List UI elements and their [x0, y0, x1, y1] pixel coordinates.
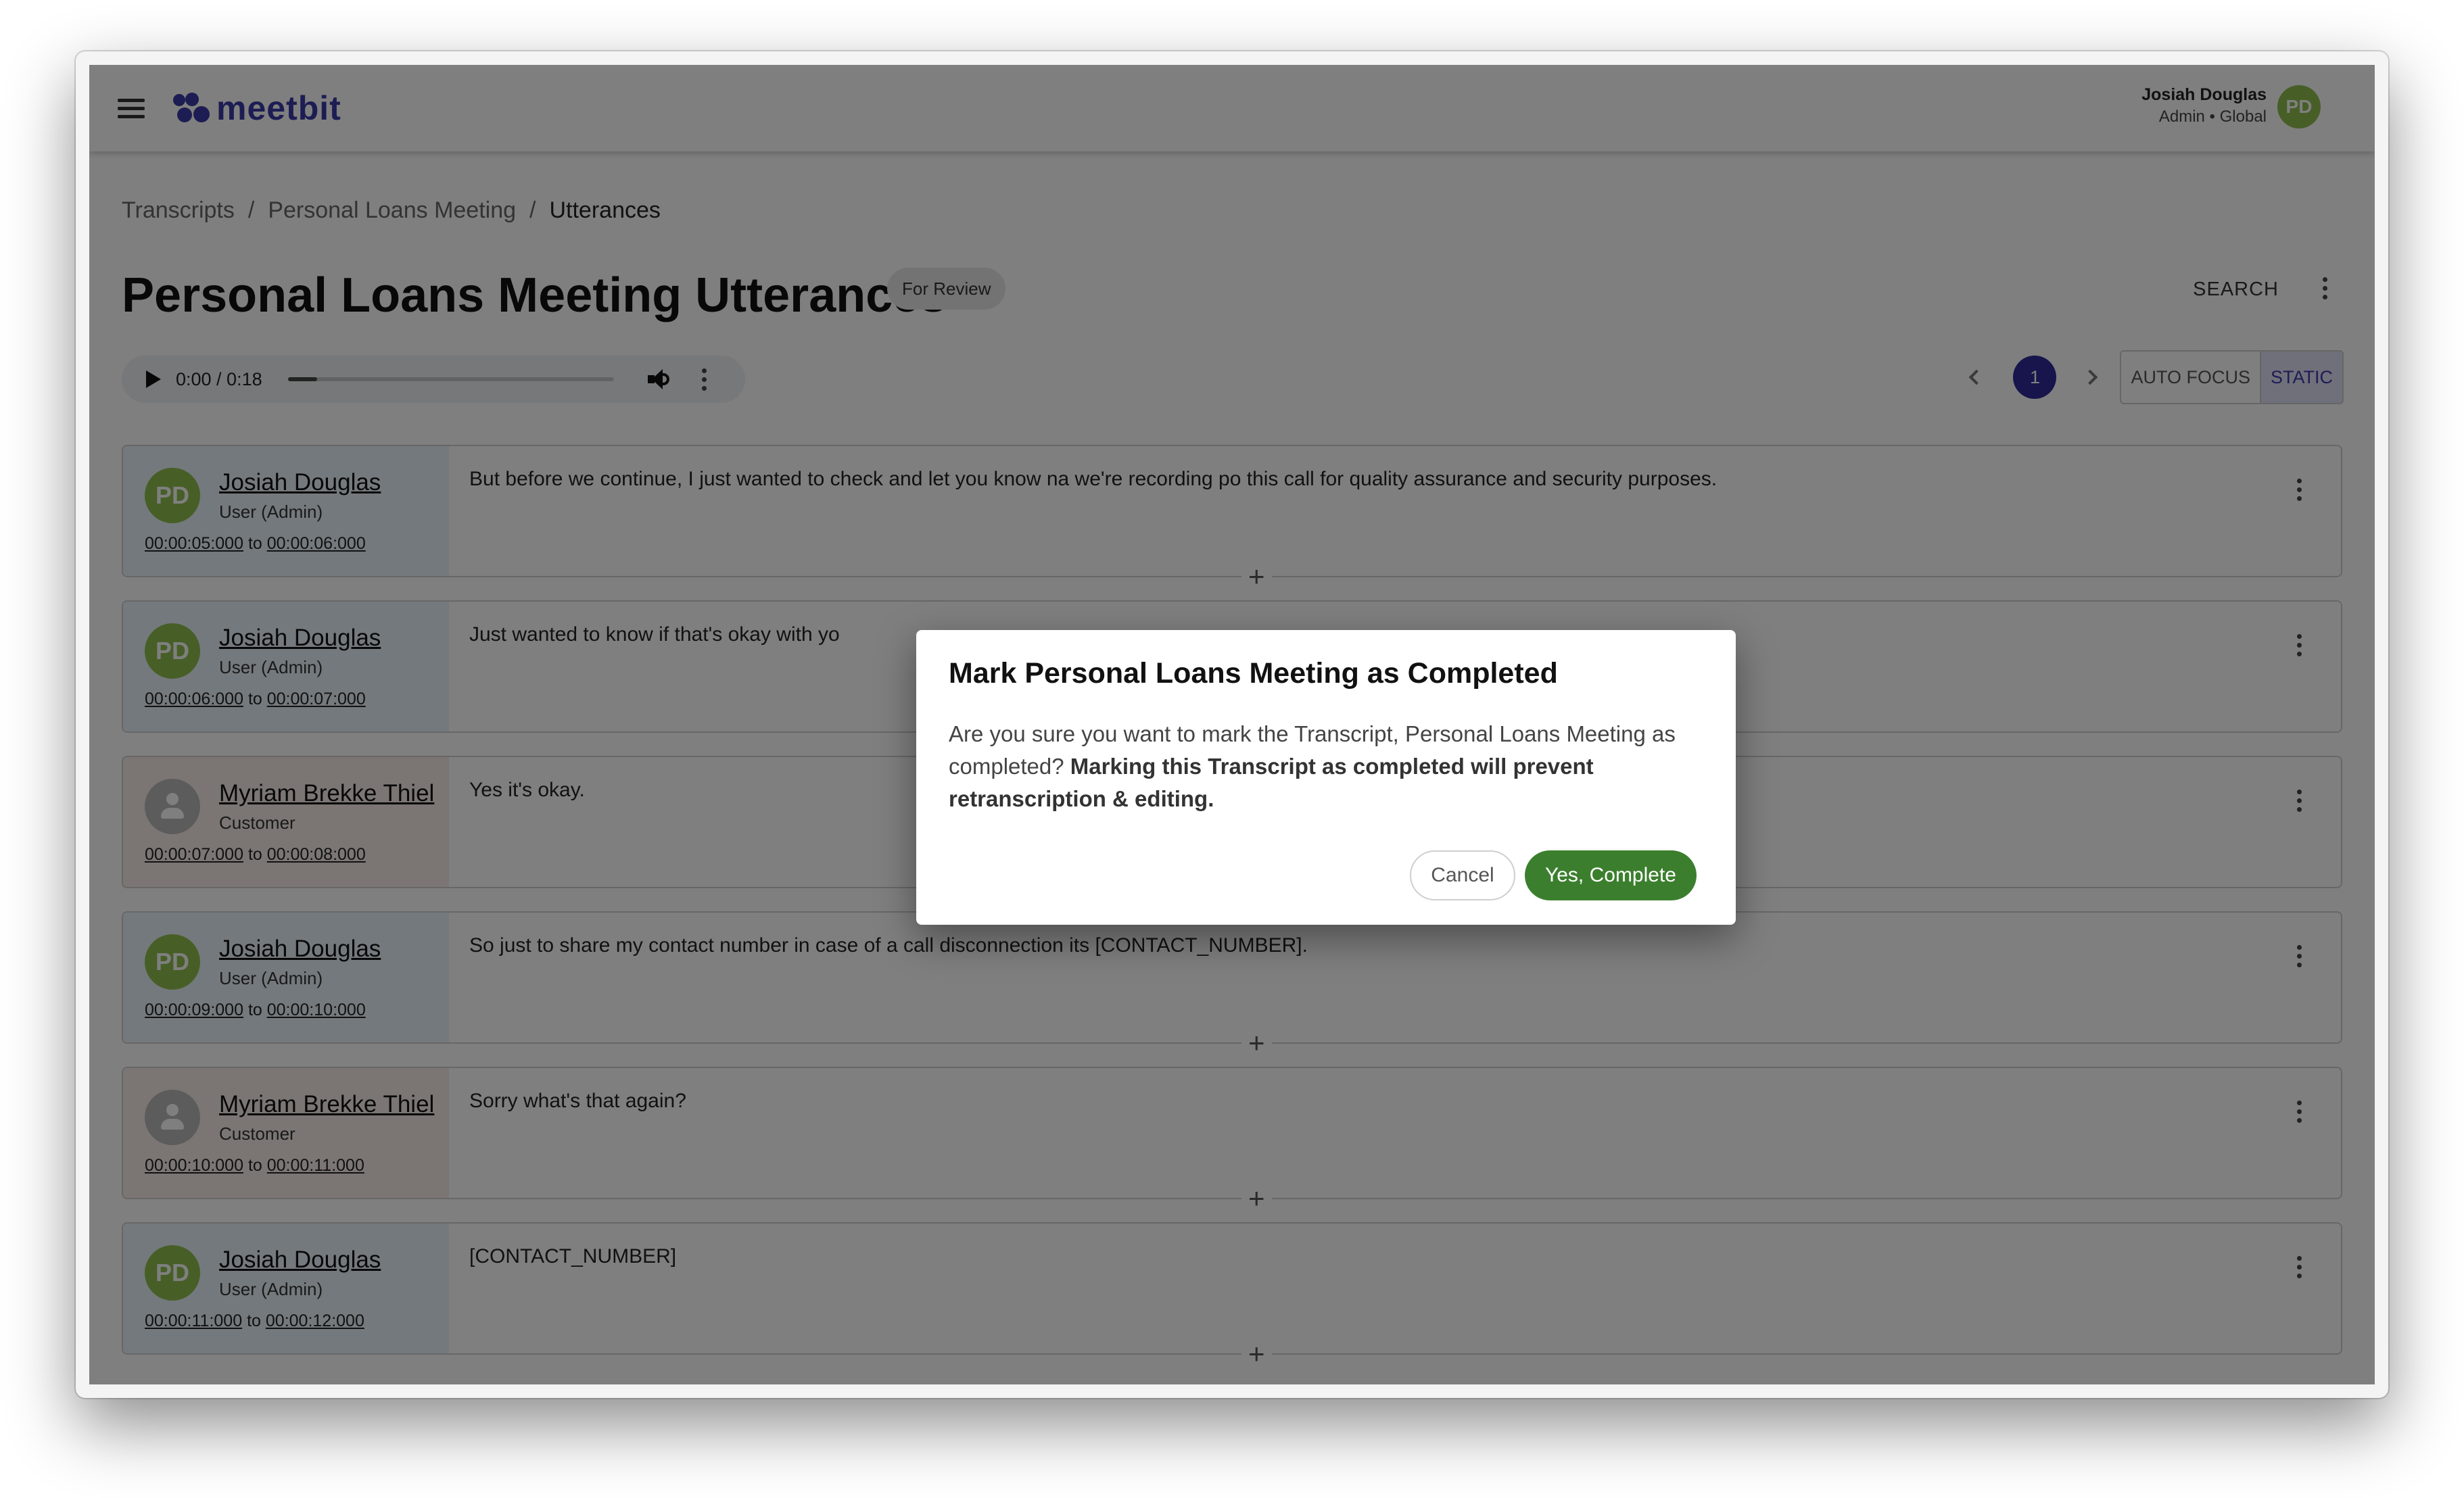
cancel-button[interactable]: Cancel: [1410, 850, 1515, 900]
dialog-body: Are you sure you want to mark the Transc…: [949, 718, 1706, 815]
app-window: meetbit Josiah Douglas Admin • Global PD…: [76, 51, 2388, 1398]
complete-transcript-dialog: Mark Personal Loans Meeting as Completed…: [916, 630, 1736, 925]
dialog-title: Mark Personal Loans Meeting as Completed: [949, 657, 1558, 690]
confirm-complete-button[interactable]: Yes, Complete: [1525, 850, 1697, 900]
app-root: meetbit Josiah Douglas Admin • Global PD…: [89, 65, 2375, 1384]
